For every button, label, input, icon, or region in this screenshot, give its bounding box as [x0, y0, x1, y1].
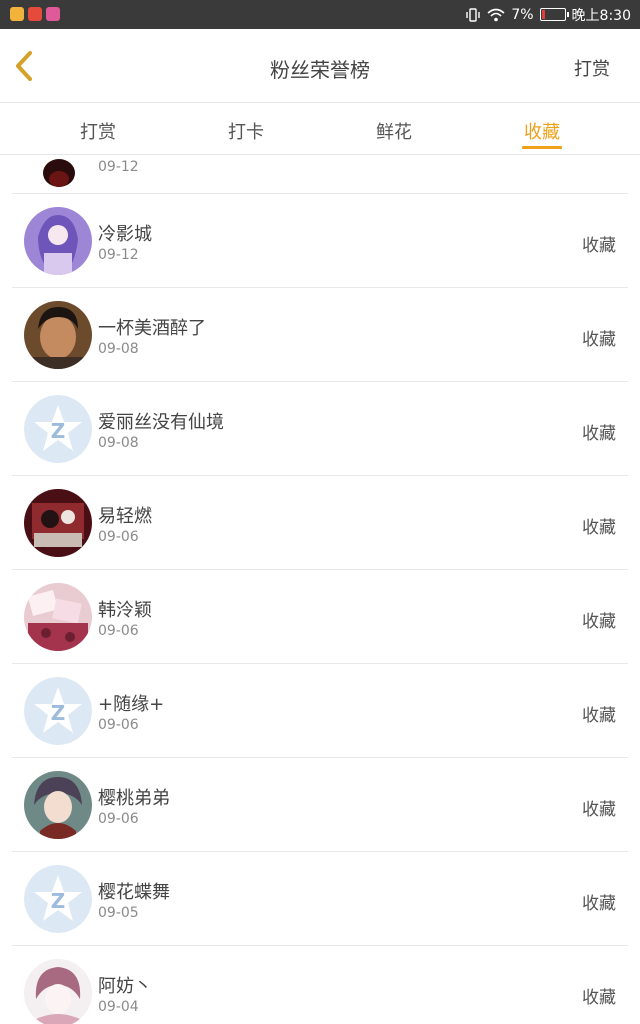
- tab-checkin[interactable]: 打卡: [226, 118, 266, 144]
- item-action-label: 收藏: [582, 236, 616, 256]
- list-item[interactable]: Z 樱花蝶舞 09-05 收藏: [0, 852, 640, 946]
- item-date: 09-08: [98, 435, 139, 451]
- item-date: 09-06: [98, 811, 139, 827]
- qq-default-avatar-icon: Z: [24, 865, 92, 933]
- item-action-label: 收藏: [582, 988, 616, 1008]
- avatar: [24, 771, 92, 839]
- list-item[interactable]: 韩泠颖 09-06 收藏: [0, 570, 640, 664]
- status-bar: 7% 晚上8:30: [0, 0, 640, 29]
- item-name: 易轻燃: [98, 506, 152, 527]
- default-avatar: Z: [24, 395, 92, 463]
- item-date: 09-06: [98, 623, 139, 639]
- svg-text:Z: Z: [51, 701, 66, 725]
- avatar: [24, 959, 92, 1024]
- nav-bar: 粉丝荣誉榜 打赏: [0, 29, 640, 103]
- avatar: [34, 155, 84, 189]
- list-item[interactable]: 一杯美酒醉了 09-08 收藏: [0, 288, 640, 382]
- fan-list: 09-12 冷影城 09-12 收藏 一杯美酒醉了 09-08 收藏 Z 爱丽丝…: [0, 155, 640, 1024]
- item-name: 冷影城: [98, 224, 152, 245]
- item-date: 09-04: [98, 999, 139, 1015]
- item-name: 爱丽丝没有仙境: [98, 412, 224, 433]
- vibrate-icon: [466, 7, 481, 22]
- list-item[interactable]: 易轻燃 09-06 收藏: [0, 476, 640, 570]
- item-action-label: 收藏: [582, 612, 616, 632]
- tab-favorites[interactable]: 收藏: [522, 118, 562, 144]
- notification-app-icon: [10, 7, 24, 21]
- active-tab-indicator: [522, 146, 562, 149]
- clock: 晚上8:30: [571, 7, 631, 24]
- item-action-label: 收藏: [582, 800, 616, 820]
- item-action-label: 收藏: [582, 424, 616, 444]
- list-item[interactable]: 冷影城 09-12 收藏: [0, 194, 640, 288]
- item-date: 09-05: [98, 905, 139, 921]
- item-name: 樱花蝶舞: [98, 882, 170, 903]
- qq-default-avatar-icon: Z: [24, 677, 92, 745]
- item-name: 樱桃弟弟: [98, 788, 170, 809]
- item-date: 09-12: [98, 247, 139, 263]
- wifi-icon: [487, 8, 505, 21]
- item-action-label: 收藏: [582, 894, 616, 914]
- item-name: 阿妨丶: [98, 976, 152, 997]
- item-action-label: 收藏: [582, 706, 616, 726]
- tab-reward[interactable]: 打赏: [78, 118, 118, 144]
- default-avatar: Z: [24, 865, 92, 933]
- battery-icon: [539, 8, 569, 21]
- list-item[interactable]: 樱桃弟弟 09-06 收藏: [0, 758, 640, 852]
- item-date: 09-12: [98, 159, 139, 175]
- list-item[interactable]: 阿妨丶 09-04 收藏: [0, 946, 640, 1024]
- list-item[interactable]: Z 爱丽丝没有仙境 09-08 收藏: [0, 382, 640, 476]
- default-avatar: Z: [24, 677, 92, 745]
- battery-percent: 7%: [511, 6, 534, 23]
- list-item[interactable]: Z +随缘+ 09-06 收藏: [0, 664, 640, 758]
- qq-default-avatar-icon: Z: [24, 395, 92, 463]
- avatar: [24, 301, 92, 369]
- item-action-label: 收藏: [582, 518, 616, 538]
- svg-text:Z: Z: [51, 419, 66, 443]
- notification-app-icon: [28, 7, 42, 21]
- item-name: +随缘+: [98, 694, 165, 715]
- item-name: 韩泠颖: [98, 600, 152, 621]
- item-date: 09-08: [98, 341, 139, 357]
- item-action-label: 收藏: [582, 330, 616, 350]
- item-date: 09-06: [98, 529, 139, 545]
- avatar: [24, 207, 92, 275]
- item-name: 一杯美酒醉了: [98, 318, 206, 339]
- avatar: [24, 583, 92, 651]
- item-date: 09-06: [98, 717, 139, 733]
- svg-text:Z: Z: [51, 889, 66, 913]
- reward-button[interactable]: 打赏: [574, 55, 610, 81]
- page-title: 粉丝荣誉榜: [270, 58, 370, 82]
- avatar: [24, 489, 92, 557]
- tab-flowers[interactable]: 鲜花: [374, 118, 414, 144]
- notification-video-icon: [46, 7, 60, 21]
